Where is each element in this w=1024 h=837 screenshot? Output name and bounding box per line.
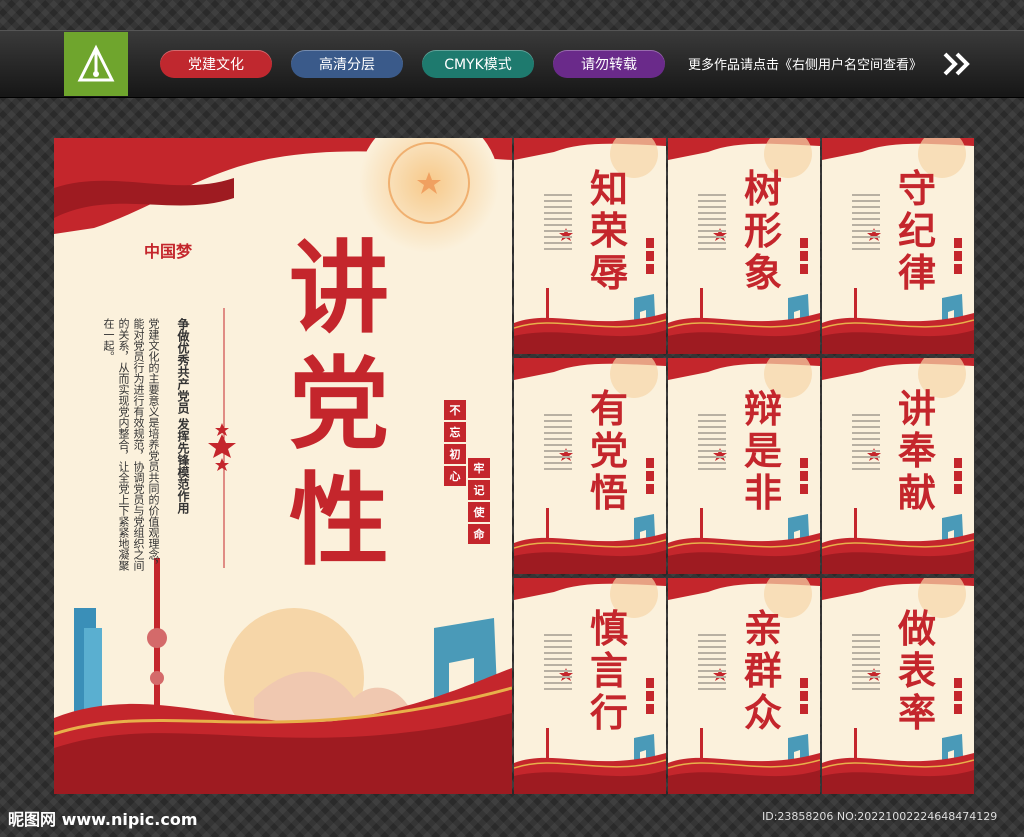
panel-text-lines bbox=[852, 634, 880, 694]
footer-id: ID:23858206 NO:20221002224648474129 bbox=[762, 810, 998, 823]
panel-title: 树形象 bbox=[743, 166, 782, 295]
tag-cmyk[interactable]: CMYK模式 bbox=[422, 50, 534, 78]
seal-char: 心 bbox=[444, 466, 466, 486]
main-slogan: 争做优秀共产党员 发挥先锋模范作用 bbox=[176, 318, 190, 515]
tag-label: 党建文化 bbox=[188, 57, 244, 73]
poster-panel: 亲群众 bbox=[668, 578, 820, 794]
poster-panel: 知荣辱 bbox=[514, 138, 666, 354]
panel-seal bbox=[954, 678, 962, 717]
panel-text-lines bbox=[852, 194, 880, 254]
seal-char: 忘 bbox=[444, 422, 466, 442]
panel-title: 讲奉献 bbox=[897, 386, 936, 515]
panel-text-lines bbox=[544, 414, 572, 474]
logo bbox=[64, 32, 128, 96]
seal-not-forget: 不 忘 初 心 bbox=[444, 400, 466, 486]
panel-seal bbox=[800, 678, 808, 717]
panel-seal bbox=[800, 238, 808, 277]
pen-logo-icon bbox=[77, 44, 115, 82]
main-title: 讲党性 bbox=[289, 229, 389, 579]
seal-char: 记 bbox=[468, 480, 490, 500]
footer-site: 昵图网 www.nipic.com bbox=[8, 810, 198, 829]
panel-text-lines bbox=[698, 414, 726, 474]
panel-text-lines bbox=[544, 194, 572, 254]
calligraphy-logo: 中国梦 bbox=[144, 242, 193, 261]
poster-panel: 讲奉献 bbox=[822, 358, 974, 574]
panel-seal bbox=[800, 458, 808, 497]
panel-title: 知荣辱 bbox=[589, 166, 628, 295]
double-arrow-icon[interactable] bbox=[943, 52, 971, 76]
panel-seal bbox=[646, 678, 654, 717]
panel-text-lines bbox=[544, 634, 572, 694]
panel-seal bbox=[646, 458, 654, 497]
panel-seal bbox=[954, 238, 962, 277]
panel-title: 辩是非 bbox=[743, 386, 782, 515]
panel-title: 做表率 bbox=[897, 606, 936, 735]
seal-char: 使 bbox=[468, 502, 490, 522]
tag-label: CMYK模式 bbox=[444, 57, 512, 73]
seal-char: 命 bbox=[468, 524, 490, 544]
panel-title: 守纪律 bbox=[897, 166, 936, 295]
seal-char: 不 bbox=[444, 400, 466, 420]
panel-text-lines bbox=[852, 414, 880, 474]
tag-party-culture[interactable]: 党建文化 bbox=[160, 50, 272, 78]
poster-panel: 守纪律 bbox=[822, 138, 974, 354]
poster-panel: 做表率 bbox=[822, 578, 974, 794]
panel-text-lines bbox=[698, 634, 726, 694]
seal-char: 初 bbox=[444, 444, 466, 464]
panel-seal bbox=[646, 238, 654, 277]
more-works-link[interactable]: 更多作品请点击《右侧用户名空间查看》 bbox=[688, 54, 922, 73]
seal-remember-mission: 牢 记 使 命 bbox=[468, 458, 490, 544]
poster-panel: 有党悟 bbox=[514, 358, 666, 574]
poster-panel: 辩是非 bbox=[668, 358, 820, 574]
panel-title: 慎言行 bbox=[589, 606, 628, 735]
tag-hd-layers[interactable]: 高清分层 bbox=[291, 50, 403, 78]
panel-text-lines bbox=[698, 194, 726, 254]
tag-label: 请勿转载 bbox=[581, 57, 637, 73]
tag-label: 高清分层 bbox=[319, 57, 375, 73]
panel-title: 亲群众 bbox=[743, 606, 782, 735]
poster-panel: 慎言行 bbox=[514, 578, 666, 794]
seal-char: 牢 bbox=[468, 458, 490, 478]
main-body-text: 党建文化的主要意义是培养党员共同的价值观理念，能对党员行为进行有效规范，协调党员… bbox=[102, 318, 160, 571]
panel-title: 有党悟 bbox=[589, 386, 628, 515]
panel-seal bbox=[954, 458, 962, 497]
poster-panel: 树形象 bbox=[668, 138, 820, 354]
tag-no-repost[interactable]: 请勿转载 bbox=[553, 50, 665, 78]
